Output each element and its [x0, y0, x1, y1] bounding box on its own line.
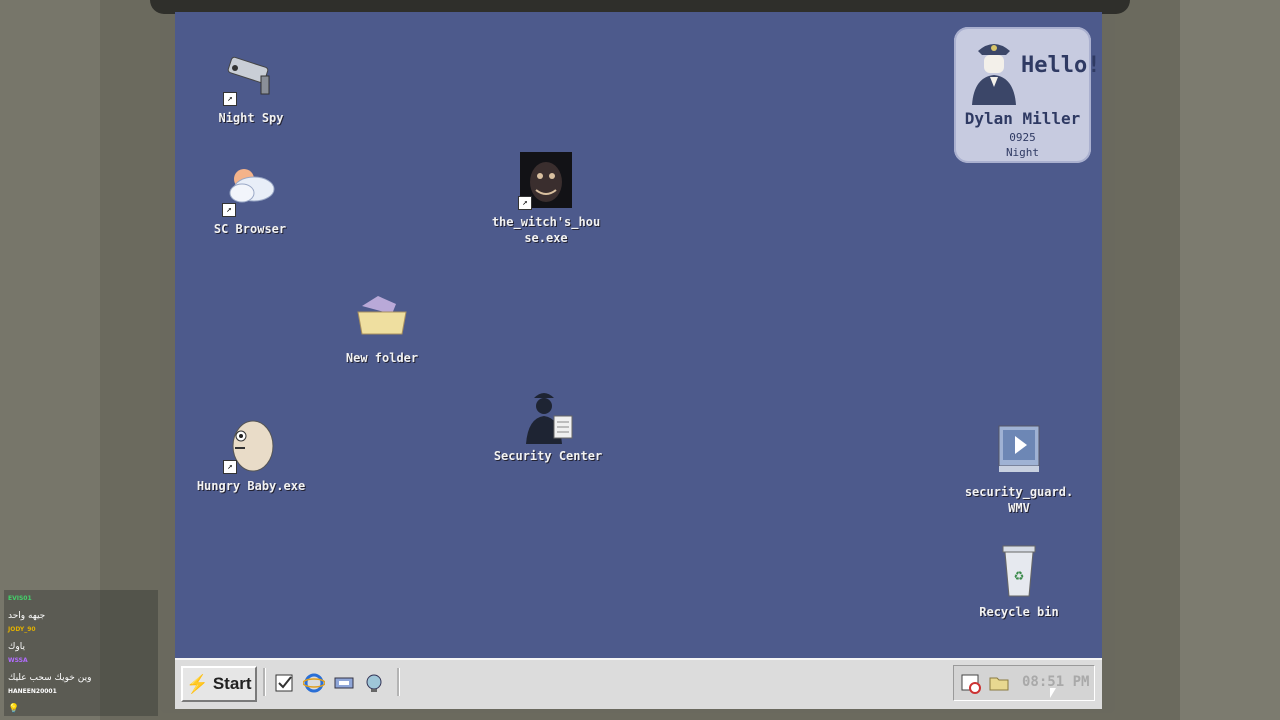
- chat-username: HANEEN20001: [8, 688, 57, 695]
- globe-icon[interactable]: [363, 672, 385, 694]
- notepad-icon[interactable]: [273, 672, 295, 694]
- user-id: 0925: [1009, 131, 1036, 144]
- chat-message: JODY_90 ياوك: [4, 621, 158, 652]
- security-guard-avatar-icon: [972, 44, 1016, 105]
- taskbar-separator: [263, 668, 266, 696]
- chat-message: HANEEN20001 💡: [4, 683, 158, 714]
- cctv-camera-icon: ↗: [221, 48, 281, 108]
- chat-text: وين خويك سحب عليك: [8, 673, 92, 683]
- taskbar: ⚡ Start 08:51 PM: [175, 658, 1102, 709]
- user-shift: Night: [1005, 146, 1040, 159]
- recycle-bin-icon: ♻: [989, 542, 1049, 602]
- desktop[interactable]: ↗ Night Spy ↗ SC Browser ↗ the_witch's_h…: [175, 12, 1102, 709]
- svg-text:♻: ♻: [1014, 565, 1024, 584]
- chat-text: ياوك: [8, 642, 26, 652]
- start-button[interactable]: ⚡ Start: [181, 666, 257, 702]
- desktop-icon-label: Hungry Baby.exe: [196, 479, 306, 493]
- system-tray: 08:51 PM: [953, 665, 1095, 701]
- chat-username: EVIS01: [8, 595, 32, 602]
- desktop-icon-label: Security Center: [493, 449, 603, 463]
- desktop-icon-night-spy[interactable]: ↗ Night Spy: [196, 48, 306, 126]
- taskbar-separator: [397, 668, 400, 696]
- chat-text: جيهه واحد: [8, 611, 46, 621]
- start-logo-icon: ⚡: [186, 673, 209, 694]
- greeting-text: Hello!: [1021, 53, 1101, 78]
- video-file-icon: [989, 422, 1049, 482]
- user-name: Dylan Miller: [964, 109, 1081, 128]
- desktop-icon-label: SC Browser: [213, 222, 287, 236]
- desktop-icon-hungry-baby[interactable]: ↗ Hungry Baby.exe: [196, 416, 306, 494]
- desktop-icon-label: Recycle bin: [979, 605, 1059, 619]
- security-guard-icon: [518, 386, 578, 446]
- chat-message: EVIS01 جيهه واحد: [4, 590, 158, 621]
- desktop-icon-witchs-house[interactable]: ↗ the_witch's_house.exe: [491, 152, 601, 246]
- baby-creature-icon: ↗: [221, 416, 281, 476]
- desktop-icon-sc-browser[interactable]: ↗ SC Browser: [195, 159, 305, 237]
- mouse-cursor-icon: [1050, 688, 1056, 698]
- cloud-sun-icon: ↗: [220, 159, 280, 219]
- desktop-icon-label: security_guard.WMV: [964, 485, 1074, 515]
- calendar-icon[interactable]: [960, 672, 982, 694]
- user-greeting-card: Hello! Dylan Miller 0925 Night: [954, 27, 1100, 163]
- stream-chat-overlay: EVIS01 جيهه واحد JODY_90 ياوك WSSA وين خ…: [4, 590, 158, 716]
- start-label: Start: [212, 674, 252, 693]
- desktop-icon-security-guard-video[interactable]: security_guard.WMV: [964, 422, 1074, 516]
- desktop-icon-label: New folder: [345, 351, 419, 365]
- desktop-icon-label: the_witch's_house.exe: [491, 215, 601, 245]
- folder-tray-icon[interactable]: [988, 672, 1010, 694]
- desktop-icon-new-folder[interactable]: New folder: [327, 288, 437, 366]
- desktop-icon-security-center[interactable]: Security Center: [493, 386, 603, 464]
- witch-face-icon: ↗: [516, 152, 576, 212]
- desktop-icon-label: Night Spy: [218, 111, 284, 125]
- chat-username: JODY_90: [8, 626, 36, 633]
- folder-icon: [352, 288, 412, 348]
- chat-message: WSSA وين خويك سحب عليك: [4, 652, 158, 683]
- chat-username: WSSA: [8, 657, 28, 664]
- internet-explorer-icon[interactable]: [302, 672, 326, 694]
- room-wall-right: [1180, 0, 1280, 720]
- network-icon[interactable]: [333, 672, 355, 694]
- desktop-icon-recycle-bin[interactable]: ♻ Recycle bin: [964, 542, 1074, 620]
- chat-text: 💡: [8, 704, 20, 714]
